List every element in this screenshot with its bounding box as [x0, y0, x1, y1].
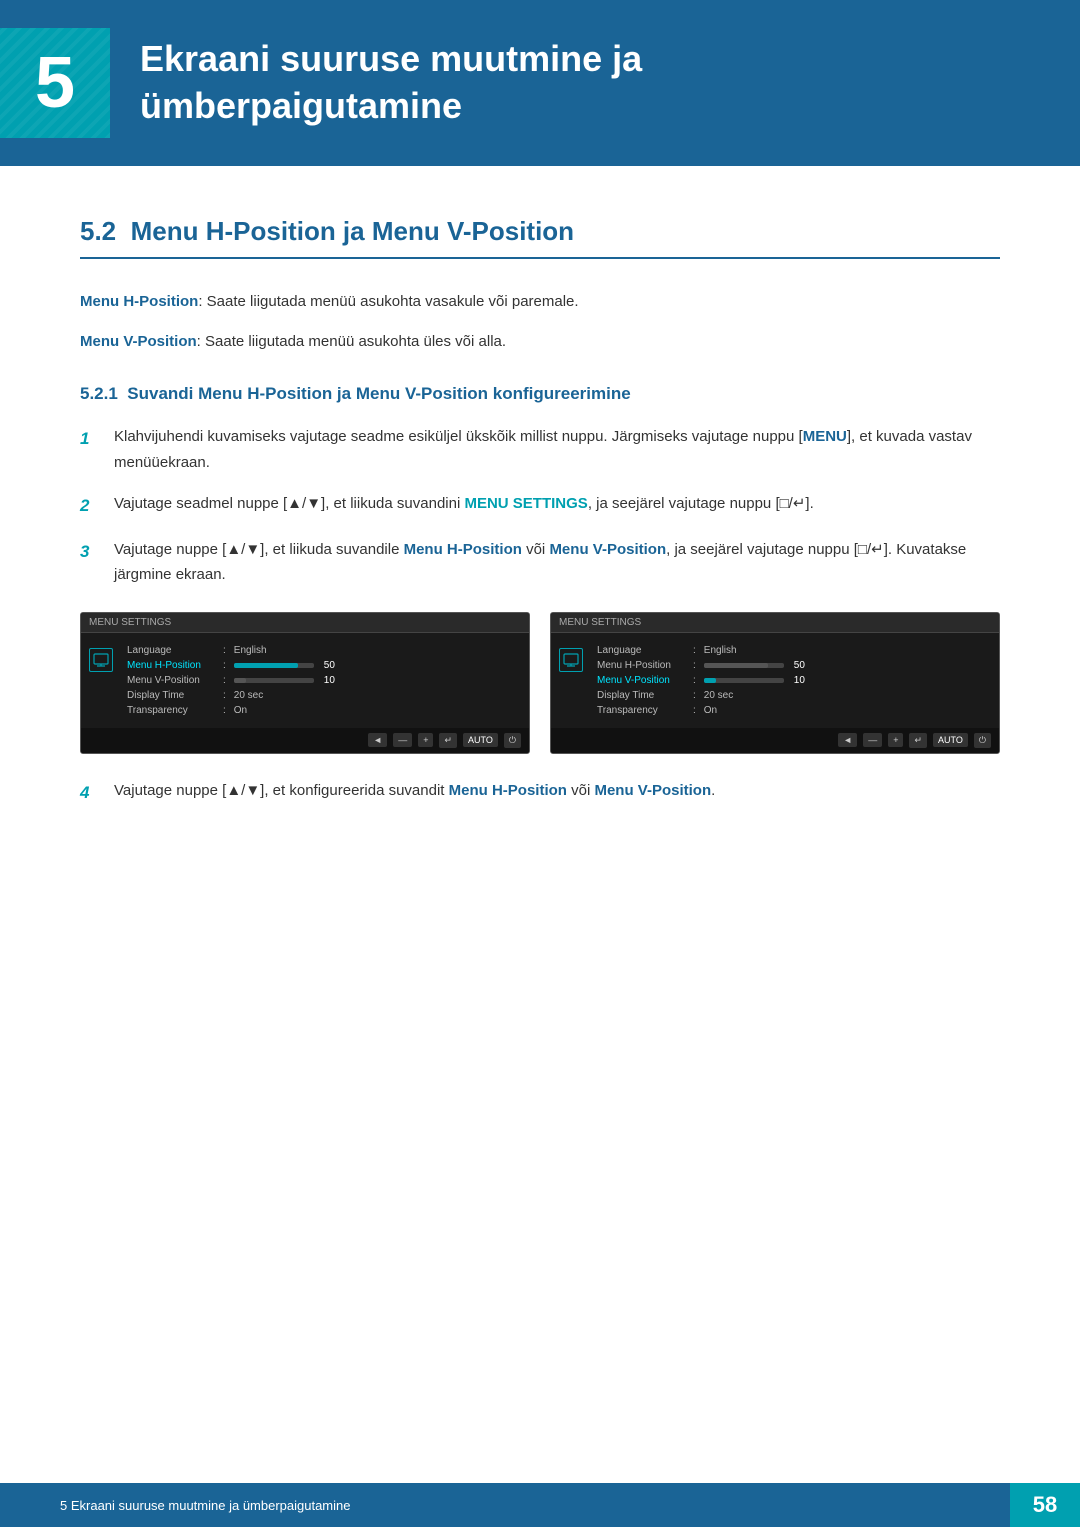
- btn-back-right[interactable]: ◄: [838, 733, 857, 747]
- chapter-number-box: 5: [0, 28, 110, 138]
- slider-v-left: [234, 678, 314, 683]
- panel-left-body: Language : English Menu H-Position : 50: [81, 633, 529, 728]
- step-text-3: Vajutage nuppe [▲/▼], et liikuda suvandi…: [114, 537, 1000, 588]
- panel-left: MENU SETTINGS Language :: [80, 612, 530, 754]
- slider-h-left: [234, 663, 314, 668]
- step-num-1: 1: [80, 425, 108, 454]
- btn-auto-left[interactable]: AUTO: [463, 733, 498, 747]
- menu-row-language-left: Language : English: [127, 643, 521, 658]
- step-num-2: 2: [80, 492, 108, 521]
- menu-row-language-right: Language : English: [597, 643, 991, 658]
- intro-para-1: Menu H-Position: Saate liigutada menüü a…: [80, 289, 1000, 315]
- chapter-header: 5 Ekraani suuruse muutmine ja ümberpaigu…: [0, 0, 1080, 166]
- subsection-heading: 5.2.1 Suvandi Menu H-Position ja Menu V-…: [80, 384, 1000, 404]
- btn-back-left[interactable]: ◄: [368, 733, 387, 747]
- btn-minus-right[interactable]: —: [863, 733, 882, 747]
- slider-h-right: [704, 663, 784, 668]
- panel-right-buttons: ◄ — + ↵ AUTO ⏻: [551, 728, 999, 753]
- panel-left-buttons: ◄ — + ↵ AUTO ⏻: [81, 728, 529, 753]
- step-num-4: 4: [80, 779, 108, 808]
- panel-right-sidebar: [559, 643, 589, 718]
- menu-row-v-position-right: Menu V-Position : 10: [597, 673, 991, 688]
- menu-v-label: Menu V-Position: [80, 333, 197, 350]
- panel-left-sidebar: [89, 643, 119, 718]
- btn-auto-right[interactable]: AUTO: [933, 733, 968, 747]
- menu-row-v-position-left: Menu V-Position : 10: [127, 673, 521, 688]
- menu-row-display-time-left: Display Time : 20 sec: [127, 688, 521, 703]
- step-text-4: Vajutage nuppe [▲/▼], et konfigureerida …: [114, 778, 1000, 804]
- steps-list-2: 4 Vajutage nuppe [▲/▼], et konfigureerid…: [80, 778, 1000, 808]
- slider-v-right: [704, 678, 784, 683]
- section-heading: 5.2 Menu H-Position ja Menu V-Position: [80, 216, 1000, 259]
- btn-power-left[interactable]: ⏻: [504, 733, 521, 748]
- chapter-number: 5: [35, 42, 75, 124]
- panel-right: MENU SETTINGS Language :: [550, 612, 1000, 754]
- panel-right-title: MENU SETTINGS: [551, 613, 999, 633]
- menu-h-label: Menu H-Position: [80, 293, 198, 310]
- menu-row-h-position-right: Menu H-Position : 50: [597, 658, 991, 673]
- step-text-1: Klahvijuhendi kuvamiseks vajutage seadme…: [114, 424, 1000, 475]
- monitor-icon-left: [89, 648, 113, 672]
- footer-page-number: 58: [1010, 1483, 1080, 1527]
- step-1: 1 Klahvijuhendi kuvamiseks vajutage sead…: [80, 424, 1000, 475]
- monitor-icon-right: [559, 648, 583, 672]
- btn-power-right[interactable]: ⏻: [974, 733, 991, 748]
- btn-minus-left[interactable]: —: [393, 733, 412, 747]
- panel-left-title: MENU SETTINGS: [81, 613, 529, 633]
- menu-row-h-position-left: Menu H-Position : 50: [127, 658, 521, 673]
- page-footer: 5 Ekraani suuruse muutmine ja ümberpaigu…: [0, 1483, 1080, 1527]
- chapter-title: Ekraani suuruse muutmine ja ümberpaiguta…: [140, 36, 642, 130]
- steps-list: 1 Klahvijuhendi kuvamiseks vajutage sead…: [80, 424, 1000, 588]
- btn-plus-right[interactable]: +: [888, 733, 903, 747]
- menu-row-transparency-right: Transparency : On: [597, 703, 991, 718]
- panel-right-body: Language : English Menu H-Position : 50: [551, 633, 999, 728]
- panels-container: MENU SETTINGS Language :: [80, 612, 1000, 754]
- step-text-2: Vajutage seadmel nuppe [▲/▼], et liikuda…: [114, 491, 1000, 517]
- step-3: 3 Vajutage nuppe [▲/▼], et liikuda suvan…: [80, 537, 1000, 588]
- step-num-3: 3: [80, 538, 108, 567]
- page-content: 5.2 Menu H-Position ja Menu V-Position M…: [0, 166, 1080, 908]
- panel-left-menu: Language : English Menu H-Position : 50: [127, 643, 521, 718]
- panel-right-menu: Language : English Menu H-Position : 50: [597, 643, 991, 718]
- menu-row-transparency-left: Transparency : On: [127, 703, 521, 718]
- btn-enter-right[interactable]: ↵: [909, 733, 927, 748]
- footer-text: 5 Ekraani suuruse muutmine ja ümberpaigu…: [40, 1498, 1010, 1513]
- btn-plus-left[interactable]: +: [418, 733, 433, 747]
- intro-para-2: Menu V-Position: Saate liigutada menüü a…: [80, 329, 1000, 355]
- menu-row-display-time-right: Display Time : 20 sec: [597, 688, 991, 703]
- btn-enter-left[interactable]: ↵: [439, 733, 457, 748]
- step-2: 2 Vajutage seadmel nuppe [▲/▼], et liiku…: [80, 491, 1000, 521]
- step-4: 4 Vajutage nuppe [▲/▼], et konfigureerid…: [80, 778, 1000, 808]
